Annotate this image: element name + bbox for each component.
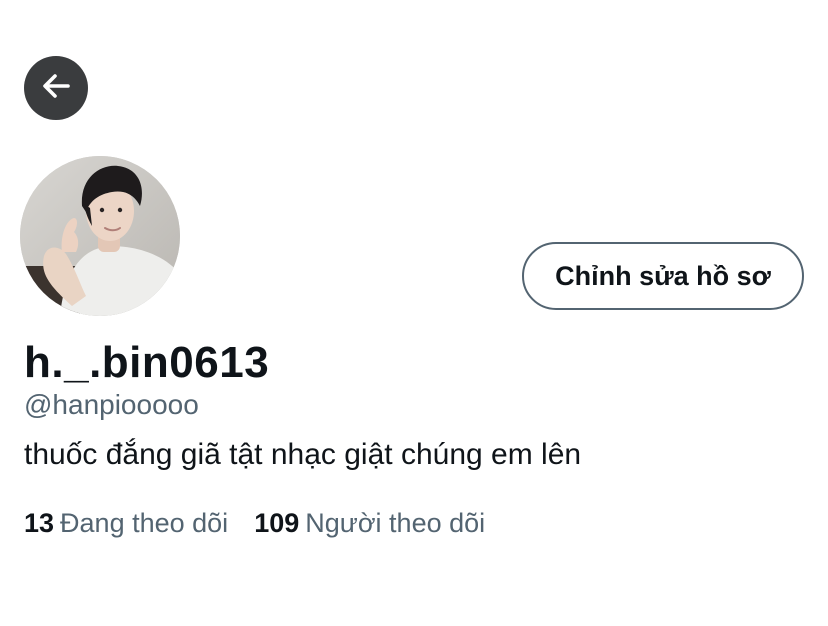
username-handle: @hanpiooooo xyxy=(24,389,199,420)
avatar-photo xyxy=(20,156,180,316)
display-name: h._.bin0613 xyxy=(24,338,270,387)
following-count: 13 xyxy=(24,508,55,538)
followers-label: Người theo dõi xyxy=(305,508,486,538)
edit-profile-label: Chỉnh sửa hồ sơ xyxy=(555,260,771,291)
followers-count: 109 xyxy=(254,508,300,538)
following-link[interactable]: 13 Đang theo dõi xyxy=(24,508,228,539)
following-label: Đang theo dõi xyxy=(60,508,229,538)
profile-bio: thuốc đắng giã tật nhạc giật chúng em lê… xyxy=(24,438,582,471)
back-button[interactable] xyxy=(24,56,88,120)
arrow-left-icon xyxy=(38,68,74,109)
follow-stats: 13 Đang theo dõi 109 Người theo dõi xyxy=(24,508,485,539)
avatar[interactable] xyxy=(20,156,180,316)
followers-link[interactable]: 109 Người theo dõi xyxy=(254,508,485,539)
edit-profile-button[interactable]: Chỉnh sửa hồ sơ xyxy=(522,242,804,310)
